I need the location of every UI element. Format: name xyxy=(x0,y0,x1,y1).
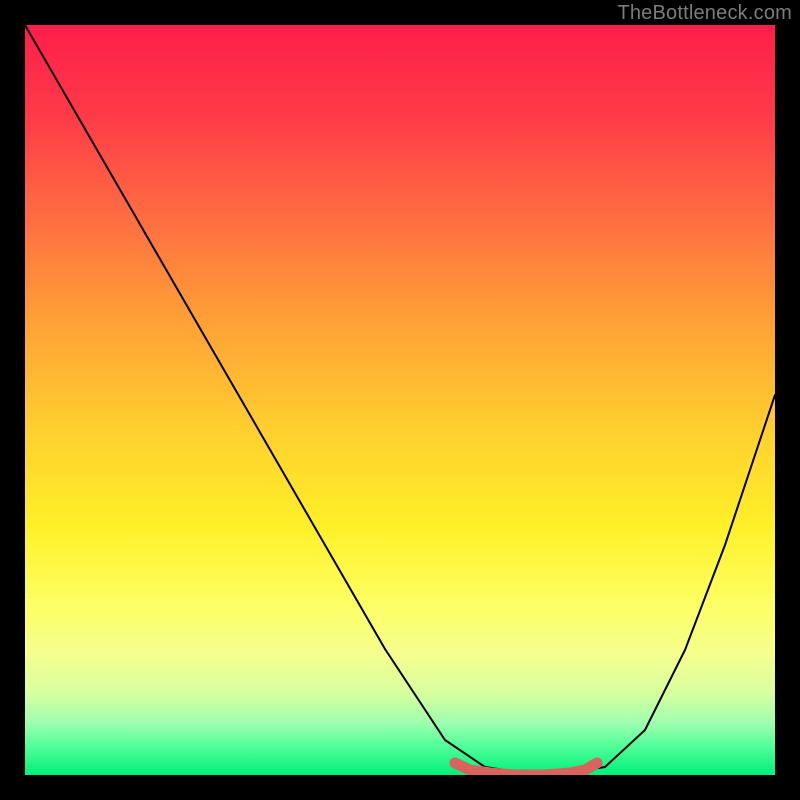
chart-svg xyxy=(25,25,775,775)
optimal-range-curve xyxy=(455,763,597,775)
bottleneck-curve xyxy=(25,25,775,773)
watermark-text: TheBottleneck.com xyxy=(617,2,792,25)
chart-frame: TheBottleneck.com xyxy=(0,0,800,800)
